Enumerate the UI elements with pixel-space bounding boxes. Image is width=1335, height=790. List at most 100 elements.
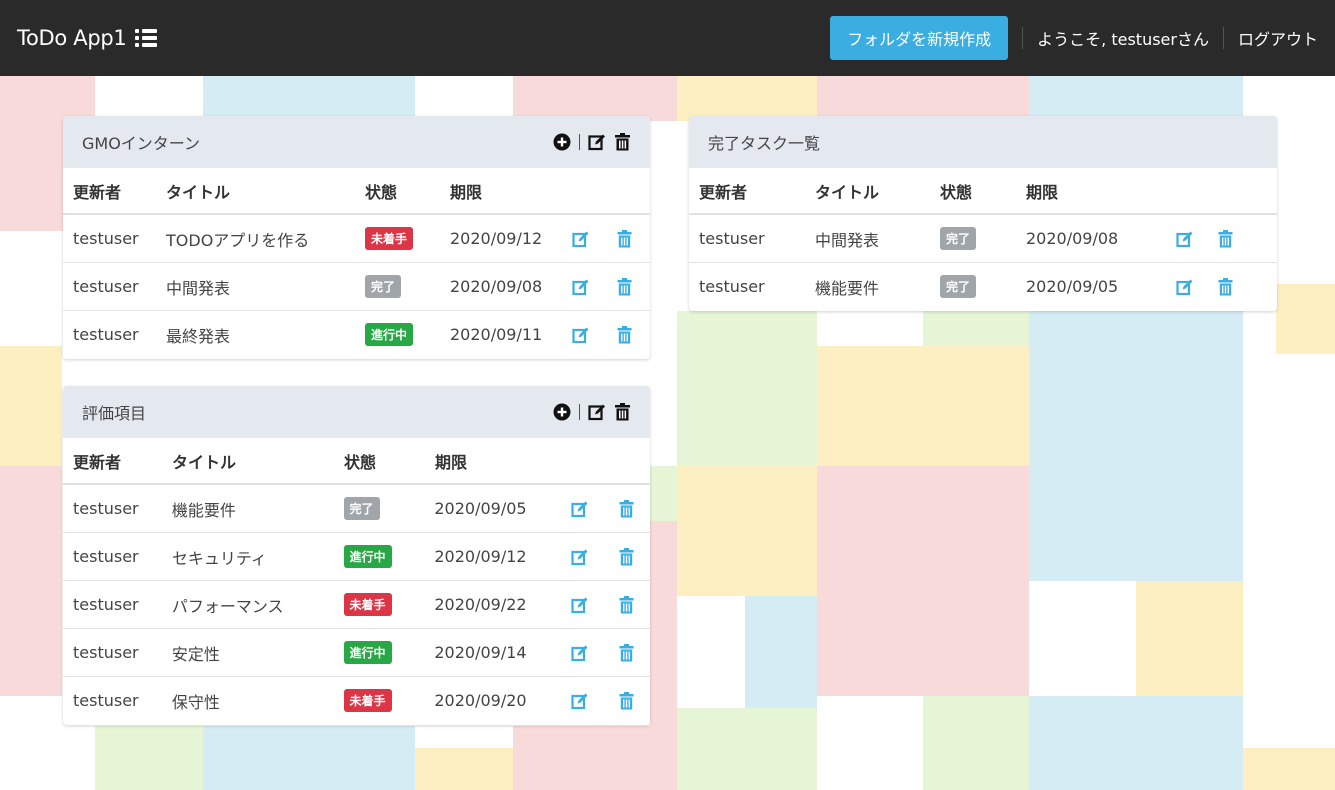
edit-task-icon[interactable]	[562, 278, 600, 296]
edit-task-icon[interactable]	[562, 230, 600, 248]
delete-task-icon[interactable]	[602, 547, 650, 566]
status-badge: 進行中	[343, 641, 392, 664]
col-due: 期限	[1026, 182, 1059, 202]
task-author: testuser	[73, 325, 139, 344]
delete-task-icon[interactable]	[602, 499, 650, 518]
table-row: testuser 保守性 未着手 2020/09/20	[63, 676, 650, 724]
edit-task-icon[interactable]	[558, 500, 602, 518]
panel-header: 完了タスク一覧	[689, 116, 1277, 168]
brand-title[interactable]: ToDo App1	[17, 26, 127, 50]
tool-divider	[579, 404, 580, 420]
task-title: 中間発表	[166, 278, 231, 298]
edit-folder-icon[interactable]	[588, 403, 606, 421]
navbar: ToDo App1 フォルダを新規作成 ようこそ, testuserさん ログア…	[0, 0, 1335, 76]
completed-title: 完了タスク一覧	[708, 134, 821, 153]
task-title: 最終発表	[166, 326, 231, 346]
col-author: 更新者	[73, 452, 122, 472]
task-due: 2020/09/05	[434, 499, 527, 518]
task-due: 2020/09/05	[1026, 277, 1119, 296]
table-header: 更新者 タイトル 状態 期限	[63, 168, 650, 214]
status-badge: 完了	[343, 497, 380, 520]
task-due: 2020/09/08	[450, 277, 543, 296]
col-title: タイトル	[172, 452, 237, 472]
delete-task-icon[interactable]	[602, 643, 650, 662]
list-icon[interactable]	[134, 29, 157, 47]
task-due: 2020/09/11	[450, 325, 543, 344]
status-badge: 完了	[365, 275, 402, 298]
status-badge: 完了	[940, 275, 977, 298]
delete-task-icon[interactable]	[600, 277, 648, 296]
logout-link[interactable]: ログアウト	[1238, 26, 1318, 50]
table-row: testuser 安定性 進行中 2020/09/14	[63, 628, 650, 676]
new-folder-button[interactable]: フォルダを新規作成	[830, 16, 1009, 60]
table-row: testuser セキュリティ 進行中 2020/09/12	[63, 532, 650, 580]
delete-folder-icon[interactable]	[614, 133, 631, 151]
task-author: testuser	[72, 547, 139, 566]
col-status: 状態	[940, 182, 973, 202]
delete-task-icon[interactable]	[600, 229, 648, 248]
task-author: testuser	[72, 643, 139, 662]
task-title: TODOアプリを作る	[166, 230, 310, 250]
table-row: testuser 最終発表 進行中 2020/09/11	[63, 310, 650, 358]
task-due: 2020/09/12	[434, 547, 527, 566]
status-badge: 未着手	[365, 227, 414, 250]
delete-task-icon[interactable]	[1200, 229, 1250, 248]
folder-panel-gmo: GMOインターン 更新者 タイトル 状態 期限 testuser TODOアプリを…	[63, 116, 650, 359]
task-title: 機能要件	[171, 500, 236, 520]
table-header: 更新者 タイトル 状態 期限	[689, 168, 1277, 214]
col-author: 更新者	[699, 182, 748, 202]
table-header: 更新者 タイトル 状態 期限	[63, 438, 650, 484]
nav-divider	[1222, 27, 1224, 49]
edit-task-icon[interactable]	[558, 596, 602, 614]
col-status: 状態	[344, 452, 377, 472]
col-due: 期限	[435, 452, 468, 472]
folder-panel-evaluation: 評価項目 更新者 タイトル 状態 期限 testuser 機能要件 完了 2020/0…	[63, 386, 650, 725]
status-badge: 完了	[940, 227, 977, 250]
brand[interactable]: ToDo App1	[17, 26, 157, 50]
task-author: testuser	[73, 277, 139, 296]
status-badge: 進行中	[343, 545, 392, 568]
task-author: testuser	[72, 595, 139, 614]
delete-task-icon[interactable]	[1200, 277, 1250, 296]
task-due: 2020/09/20	[434, 691, 527, 710]
task-title: セキュリティ	[171, 548, 267, 568]
task-author: testuser	[73, 229, 139, 248]
task-due: 2020/09/22	[434, 595, 527, 614]
status-badge: 未着手	[343, 593, 392, 616]
edit-task-icon[interactable]	[558, 548, 602, 566]
panel-header: GMOインターン	[63, 116, 650, 168]
task-author: testuser	[72, 691, 139, 710]
panel-header: 評価項目	[63, 386, 650, 438]
task-due: 2020/09/08	[1026, 229, 1119, 248]
edit-task-icon[interactable]	[562, 326, 600, 344]
nav-divider	[1022, 27, 1024, 49]
tool-divider	[579, 134, 580, 150]
welcome-text: ようこそ, testuserさん	[1037, 30, 1209, 49]
delete-task-icon[interactable]	[600, 325, 648, 344]
delete-task-icon[interactable]	[602, 691, 650, 710]
task-title: 保守性	[171, 692, 220, 712]
col-status: 状態	[365, 182, 398, 202]
task-author: testuser	[72, 499, 139, 518]
task-due: 2020/09/14	[434, 643, 527, 662]
task-author: testuser	[699, 277, 765, 296]
edit-task-icon[interactable]	[1170, 230, 1200, 248]
col-title: タイトル	[815, 182, 880, 202]
table-row: testuser 機能要件 完了 2020/09/05	[689, 262, 1277, 310]
table-row: testuser 機能要件 完了 2020/09/05	[63, 484, 650, 532]
status-badge: 未着手	[343, 689, 392, 712]
edit-task-icon[interactable]	[558, 692, 602, 710]
task-author: testuser	[699, 229, 765, 248]
add-task-icon[interactable]	[553, 133, 571, 151]
completed-tasks-panel: 完了タスク一覧 更新者 タイトル 状態 期限 testuser 中間発表 完了 202…	[689, 116, 1277, 311]
folder-title: GMOインターン	[82, 134, 200, 153]
table-row: testuser パフォーマンス 未着手 2020/09/22	[63, 580, 650, 628]
table-row: testuser 中間発表 完了 2020/09/08	[63, 262, 650, 310]
edit-folder-icon[interactable]	[588, 133, 606, 151]
table-row: testuser TODOアプリを作る 未着手 2020/09/12	[63, 214, 650, 262]
delete-task-icon[interactable]	[602, 595, 650, 614]
add-task-icon[interactable]	[553, 403, 571, 421]
edit-task-icon[interactable]	[558, 644, 602, 662]
delete-folder-icon[interactable]	[614, 403, 631, 421]
edit-task-icon[interactable]	[1170, 278, 1200, 296]
